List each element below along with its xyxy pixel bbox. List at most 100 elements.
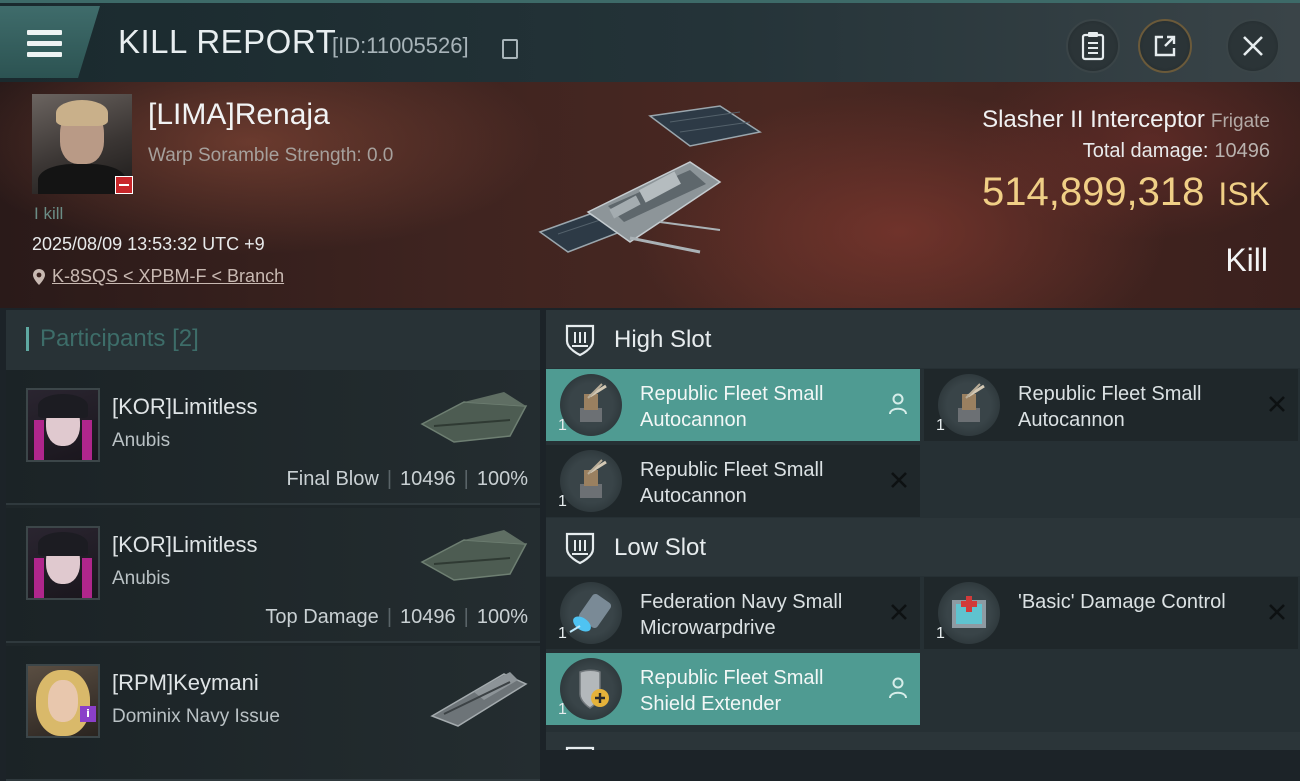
shield-extender-icon: [560, 658, 622, 720]
victim-ship-name[interactable]: Slasher II Interceptor Frigate: [982, 106, 1270, 134]
participant-avatar[interactable]: [26, 664, 100, 738]
title-bar: KILL REPORT [ID:11005526]: [0, 0, 1300, 85]
participant-damage: 10496: [400, 468, 456, 490]
location-pin-icon: [33, 268, 45, 285]
low-slot-icon: [565, 532, 595, 565]
destroyed-x-icon: [891, 604, 907, 620]
module-quantity: 1: [558, 417, 567, 434]
menu-button[interactable]: [0, 6, 100, 78]
participant-role: Top Damage: [265, 606, 379, 628]
participant-damage: 10496: [400, 606, 456, 628]
participant-ship-image: [430, 672, 528, 727]
stat-separator: |: [463, 606, 469, 628]
participants-header: Participants [2]: [6, 310, 540, 370]
participant-stats: Final Blow | 10496 | 100%: [287, 468, 528, 491]
stat-separator: |: [386, 606, 393, 628]
avatar-hair-accent: [34, 420, 44, 460]
module-quantity: 1: [558, 493, 567, 510]
avatar-face: [48, 680, 78, 722]
module-item[interactable]: 1 Republic Fleet Small Autocannon: [546, 369, 920, 441]
participant-name: [KOR]Limitless: [112, 394, 258, 419]
total-damage: Total damage: 10496: [1083, 140, 1270, 163]
participant-avatar[interactable]: [26, 526, 100, 600]
autocannon-icon-graphic: [958, 383, 985, 422]
participants-count: [2]: [172, 325, 199, 352]
victim-ship-image: [538, 105, 762, 254]
module-name: Federation Navy Small Microwarpdrive: [640, 591, 843, 639]
person-icon: [889, 393, 907, 415]
kill-result: Kill: [1225, 242, 1268, 278]
ship-class-text: Frigate: [1210, 111, 1270, 132]
avatar-hair-accent: [82, 558, 92, 598]
share-button[interactable]: [1138, 19, 1192, 73]
participant-percent: 100%: [476, 606, 528, 628]
module-name: Republic Fleet Small Shield Extender: [640, 667, 824, 715]
stat-separator: |: [463, 468, 469, 490]
mid-slot-header: [546, 732, 1300, 750]
participant-ship-image: [420, 392, 528, 443]
destroyed-x-icon: [1269, 604, 1285, 620]
module-quantity: 1: [558, 701, 567, 718]
participant-ship-image: [420, 530, 528, 581]
avatar-hair: [38, 532, 88, 556]
module-item[interactable]: 1 Federation Navy Small Microwarpdrive: [546, 577, 920, 649]
menu-icon: [27, 30, 62, 35]
participant-avatar[interactable]: [26, 388, 100, 462]
module-item[interactable]: 1 Republic Fleet Small Autocannon: [546, 445, 920, 517]
damage-control-icon-graphic: [952, 596, 986, 628]
participant-ship: Anubis: [112, 430, 171, 451]
module-quantity: 1: [936, 625, 945, 642]
high-slot-header: High Slot: [546, 310, 1300, 368]
autocannon-icon-graphic: [580, 383, 607, 422]
person-icon: [889, 677, 907, 699]
header-accent-bar: [26, 327, 29, 351]
info-badge-icon: i: [80, 706, 96, 722]
hostile-badge-icon: [115, 176, 133, 194]
participant-row[interactable]: [KOR]Limitless Anubis Top Damage | 10496 | 1…: [6, 508, 540, 643]
participant-name: [KOR]Limitless: [112, 532, 258, 557]
warp-scramble-strength: Warp Soramble Strength: 0.0: [148, 145, 394, 166]
participant-stats: Top Damage | 10496 | 100%: [265, 606, 528, 629]
high-slot-label: High Slot: [614, 326, 712, 353]
menu-icon-bar: [27, 41, 62, 46]
victim-kill-count: I kill: [34, 204, 64, 223]
participants-title-text: Participants: [40, 325, 166, 352]
participant-name: [RPM]Keymani: [112, 670, 259, 695]
close-button[interactable]: [1226, 19, 1280, 73]
clipboard-button[interactable]: [1066, 19, 1120, 73]
shield-extender-icon-graphic: [579, 669, 609, 709]
module-item[interactable]: 1 'Basic' Damage Control: [924, 577, 1298, 649]
victim-name[interactable]: [LIMA]Renaja: [148, 98, 330, 132]
microwarpdrive-icon-graphic: [569, 593, 612, 633]
module-item[interactable]: 1 Republic Fleet Small Autocannon: [924, 369, 1298, 441]
damage-control-icon: [938, 582, 1000, 644]
isk-value: 514,899,318 ISK: [982, 170, 1270, 215]
high-slot-icon: [565, 324, 595, 357]
autocannon-icon: [938, 374, 1000, 436]
total-damage-label: Total damage:: [1082, 140, 1209, 162]
low-slot-header: Low Slot: [546, 518, 1300, 576]
module-name: Republic Fleet Small Autocannon: [640, 383, 824, 431]
module-quantity: 1: [936, 417, 945, 434]
autocannon-icon-graphic: [580, 459, 607, 498]
copy-icon[interactable]: [502, 39, 518, 59]
fitting-panel: High Slot 1 Republic Fleet Small Autocan…: [546, 310, 1300, 750]
clipboard-icon: [1081, 32, 1105, 61]
participant-percent: 100%: [476, 468, 528, 490]
kill-timestamp: 2025/08/09 13:53:32 UTC +9: [32, 234, 265, 254]
participants-title: Participants [2]: [40, 325, 199, 353]
avatar-hair-accent: [34, 558, 44, 598]
page-title: KILL REPORT: [118, 23, 337, 60]
location-link[interactable]: K-8SQS < XPBM-F < Branch: [52, 266, 284, 287]
module-item[interactable]: 1 Republic Fleet Small Shield Extender: [546, 653, 920, 725]
isk-unit: ISK: [1218, 176, 1270, 212]
destroyed-x-icon: [1269, 396, 1285, 412]
kill-location[interactable]: K-8SQS < XPBM-F < Branch: [32, 266, 284, 287]
avatar-hair: [56, 100, 108, 126]
destroyed-x-icon: [891, 472, 907, 488]
autocannon-icon: [560, 450, 622, 512]
participants-panel: Participants [2] [KOR]Limitless Anubis F…: [6, 310, 540, 781]
participant-row[interactable]: [KOR]Limitless Anubis Final Blow | 10496 | 1…: [6, 370, 540, 505]
participant-row[interactable]: i [RPM]Keymani Dominix Navy Issue: [6, 646, 540, 781]
victim-banner: [LIMA]Renaja Warp Soramble Strength: 0.0…: [0, 82, 1300, 308]
